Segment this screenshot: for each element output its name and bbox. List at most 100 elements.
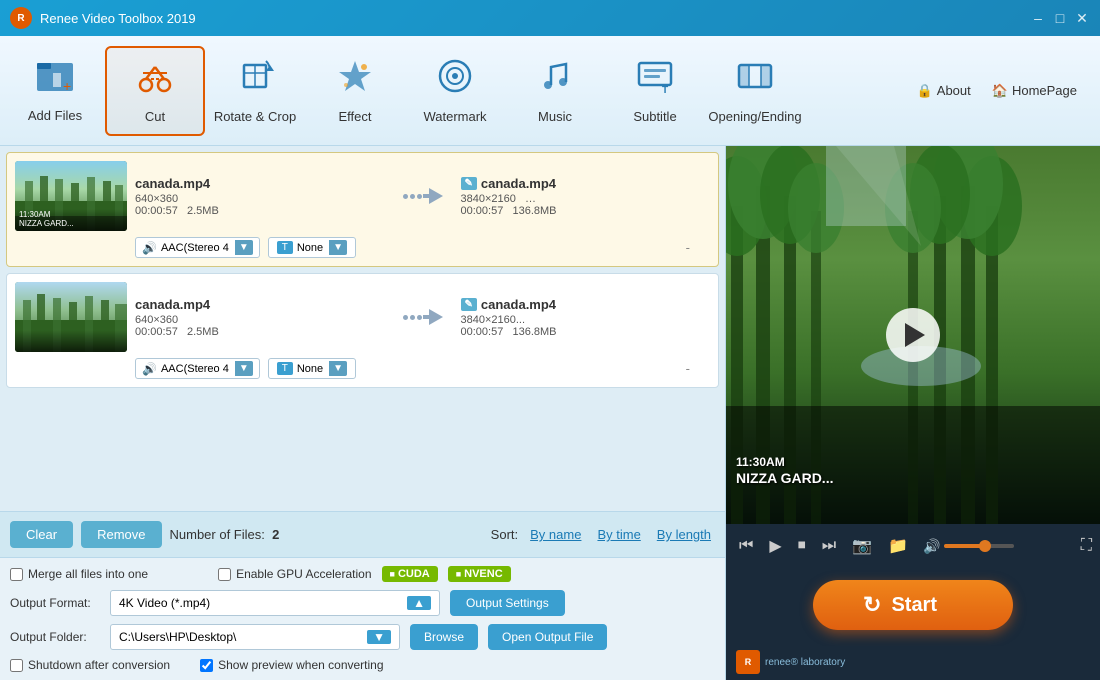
watermark-icon (436, 57, 474, 103)
file-item-row2: 🔊 AAC(Stereo 4 ▼ T None ▼ - (15, 358, 710, 379)
bottom-controls: Clear Remove Number of Files: 2 Sort: By… (0, 511, 725, 557)
minimize-button[interactable]: – (1030, 10, 1046, 26)
toolbar-opening-ending-label: Opening/Ending (708, 109, 801, 124)
file-dims: 640×360 (135, 314, 385, 326)
format-select[interactable]: 4K Video (*.mp4) ▲ (110, 590, 440, 616)
audio-dropdown-arrow[interactable]: ▼ (235, 240, 253, 255)
conversion-arrow (402, 309, 443, 325)
merge-checkbox-input[interactable] (10, 568, 23, 581)
start-button[interactable]: ↻ Start (813, 580, 1013, 630)
video-preview: 11:30AM NIZZA GARD... (726, 146, 1100, 524)
file-output: ✎ canada.mp4 3840×2160... 00:00:57 136.8… (461, 297, 711, 338)
show-preview-checkbox[interactable]: Show preview when converting (200, 658, 383, 672)
titlebar: R Renee Video Toolbox 2019 – □ ✕ (0, 0, 1100, 36)
text-dropdown-arrow[interactable]: ▼ (329, 240, 347, 255)
file-thumbnail (15, 282, 127, 352)
shutdown-checkbox-input[interactable] (10, 659, 23, 672)
shutdown-checkbox[interactable]: Shutdown after conversion (10, 658, 170, 672)
fullscreen-button[interactable]: ⛶ (1081, 537, 1092, 555)
stop-button[interactable]: ⏹ (793, 534, 811, 558)
file-item: 11:30AMNIZZA GARD... canada.mp4 640×360 … (6, 152, 719, 267)
screenshot-button[interactable]: 📷 (847, 533, 877, 559)
toolbar-subtitle-label: Subtitle (633, 109, 676, 124)
file-item-row2: 🔊 AAC(Stereo 4 ▼ T None ▼ - (15, 237, 710, 258)
text-select[interactable]: T None ▼ (268, 358, 356, 379)
skip-start-button[interactable]: ⏮ (734, 534, 758, 558)
toolbar-watermark[interactable]: Watermark (405, 46, 505, 136)
file-out-name: ✎ canada.mp4 (461, 176, 711, 191)
text-value: None (297, 363, 323, 375)
volume-slider[interactable] (944, 544, 1014, 548)
close-button[interactable]: ✕ (1074, 10, 1090, 26)
maximize-button[interactable]: □ (1052, 10, 1068, 26)
renee-logo-text: renee® laboratory (765, 657, 845, 668)
opening-ending-icon (736, 57, 774, 103)
settings-bar: Merge all files into one Enable GPU Acce… (0, 557, 725, 680)
folder-label: Output Folder: (10, 630, 100, 644)
gpu-checkbox-input[interactable] (218, 568, 231, 581)
app-logo: R (10, 7, 32, 29)
volume-control: 🔊 (923, 538, 1014, 555)
audio-select[interactable]: 🔊 AAC(Stereo 4 ▼ (135, 358, 260, 379)
text-value: None (297, 242, 323, 254)
toolbar-music[interactable]: Music (505, 46, 605, 136)
toolbar-subtitle[interactable]: T Subtitle (605, 46, 705, 136)
file-item: canada.mp4 640×360 00:00:57 2.5MB ✎ (6, 273, 719, 388)
text-dropdown-arrow[interactable]: ▼ (329, 361, 347, 376)
clear-button[interactable]: Clear (10, 521, 73, 548)
app-title: Renee Video Toolbox 2019 (40, 11, 1030, 26)
toolbar-effect[interactable]: Effect (305, 46, 405, 136)
audio-dropdown-arrow[interactable]: ▼ (235, 361, 253, 376)
cuda-badge[interactable]: ■ CUDA (382, 566, 438, 582)
arrow-area (393, 188, 453, 204)
music-icon (536, 57, 574, 103)
file-info: canada.mp4 640×360 00:00:57 2.5MB (135, 297, 385, 338)
arrow-area (393, 309, 453, 325)
file-dims: 640×360 (135, 193, 385, 205)
file-out-duration: 00:00:57 136.8MB (461, 205, 711, 217)
renee-logo: R renee® laboratory (726, 646, 1100, 680)
start-area: ↻ Start (726, 568, 1100, 646)
sort-by-time[interactable]: By time (593, 525, 644, 544)
toolbar-rotate-crop[interactable]: Rotate & Crop (205, 46, 305, 136)
file-output: ✎ canada.mp4 3840×2160 … 00:00:57 136.8M… (461, 176, 711, 217)
show-preview-checkbox-input[interactable] (200, 659, 213, 672)
text-select[interactable]: T None ▼ (268, 237, 356, 258)
merge-checkbox[interactable]: Merge all files into one (10, 567, 148, 581)
play-pause-button[interactable]: ▶ (764, 533, 786, 559)
toolbar-opening-ending[interactable]: Opening/Ending (705, 46, 805, 136)
toolbar-cut[interactable]: Cut (105, 46, 205, 136)
play-button[interactable] (886, 308, 940, 362)
folder-input-arrow: ▼ (367, 630, 391, 644)
toolbar: + Add Files Cut (0, 36, 1100, 146)
output-settings-button[interactable]: Output Settings (450, 590, 565, 616)
homepage-button[interactable]: 🏠 HomePage (984, 79, 1085, 103)
file-count: Number of Files: 2 (170, 527, 280, 542)
svg-text:T: T (662, 85, 668, 95)
browse-button[interactable]: Browse (410, 624, 478, 650)
toolbar-right: 🔒 About 🏠 HomePage (909, 79, 1095, 103)
file-name: canada.mp4 (135, 176, 385, 191)
remove-button[interactable]: Remove (81, 521, 161, 548)
toolbar-add-files[interactable]: + Add Files (5, 46, 105, 136)
renee-logo-image: R (736, 650, 760, 674)
open-output-button[interactable]: Open Output File (488, 624, 607, 650)
file-dash: - (686, 361, 690, 376)
about-button[interactable]: 🔒 About (909, 79, 979, 103)
cut-icon (136, 57, 174, 103)
format-row: Output Format: 4K Video (*.mp4) ▲ Output… (10, 590, 715, 616)
folder-input[interactable]: C:\Users\HP\Desktop\ ▼ (110, 624, 400, 650)
right-panel: 11:30AM NIZZA GARD... ⏮ ▶ ⏹ ⏭ 📷 📁 🔊 ⛶ ↻ … (726, 146, 1100, 680)
effect-icon (336, 57, 374, 103)
nvenc-badge[interactable]: ■ NVENC (448, 566, 511, 582)
gpu-checkbox[interactable]: Enable GPU Acceleration (218, 567, 371, 581)
file-out-name: ✎ canada.mp4 (461, 297, 711, 312)
folder-button[interactable]: 📁 (883, 533, 913, 559)
audio-select[interactable]: 🔊 AAC(Stereo 4 ▼ (135, 237, 260, 258)
homepage-label: HomePage (1012, 83, 1077, 98)
video-location-overlay: NIZZA GARD... (736, 470, 833, 486)
sort-by-length[interactable]: By length (653, 525, 715, 544)
left-panel: 11:30AMNIZZA GARD... canada.mp4 640×360 … (0, 146, 726, 680)
sort-by-name[interactable]: By name (526, 525, 585, 544)
skip-end-button[interactable]: ⏭ (817, 534, 841, 558)
